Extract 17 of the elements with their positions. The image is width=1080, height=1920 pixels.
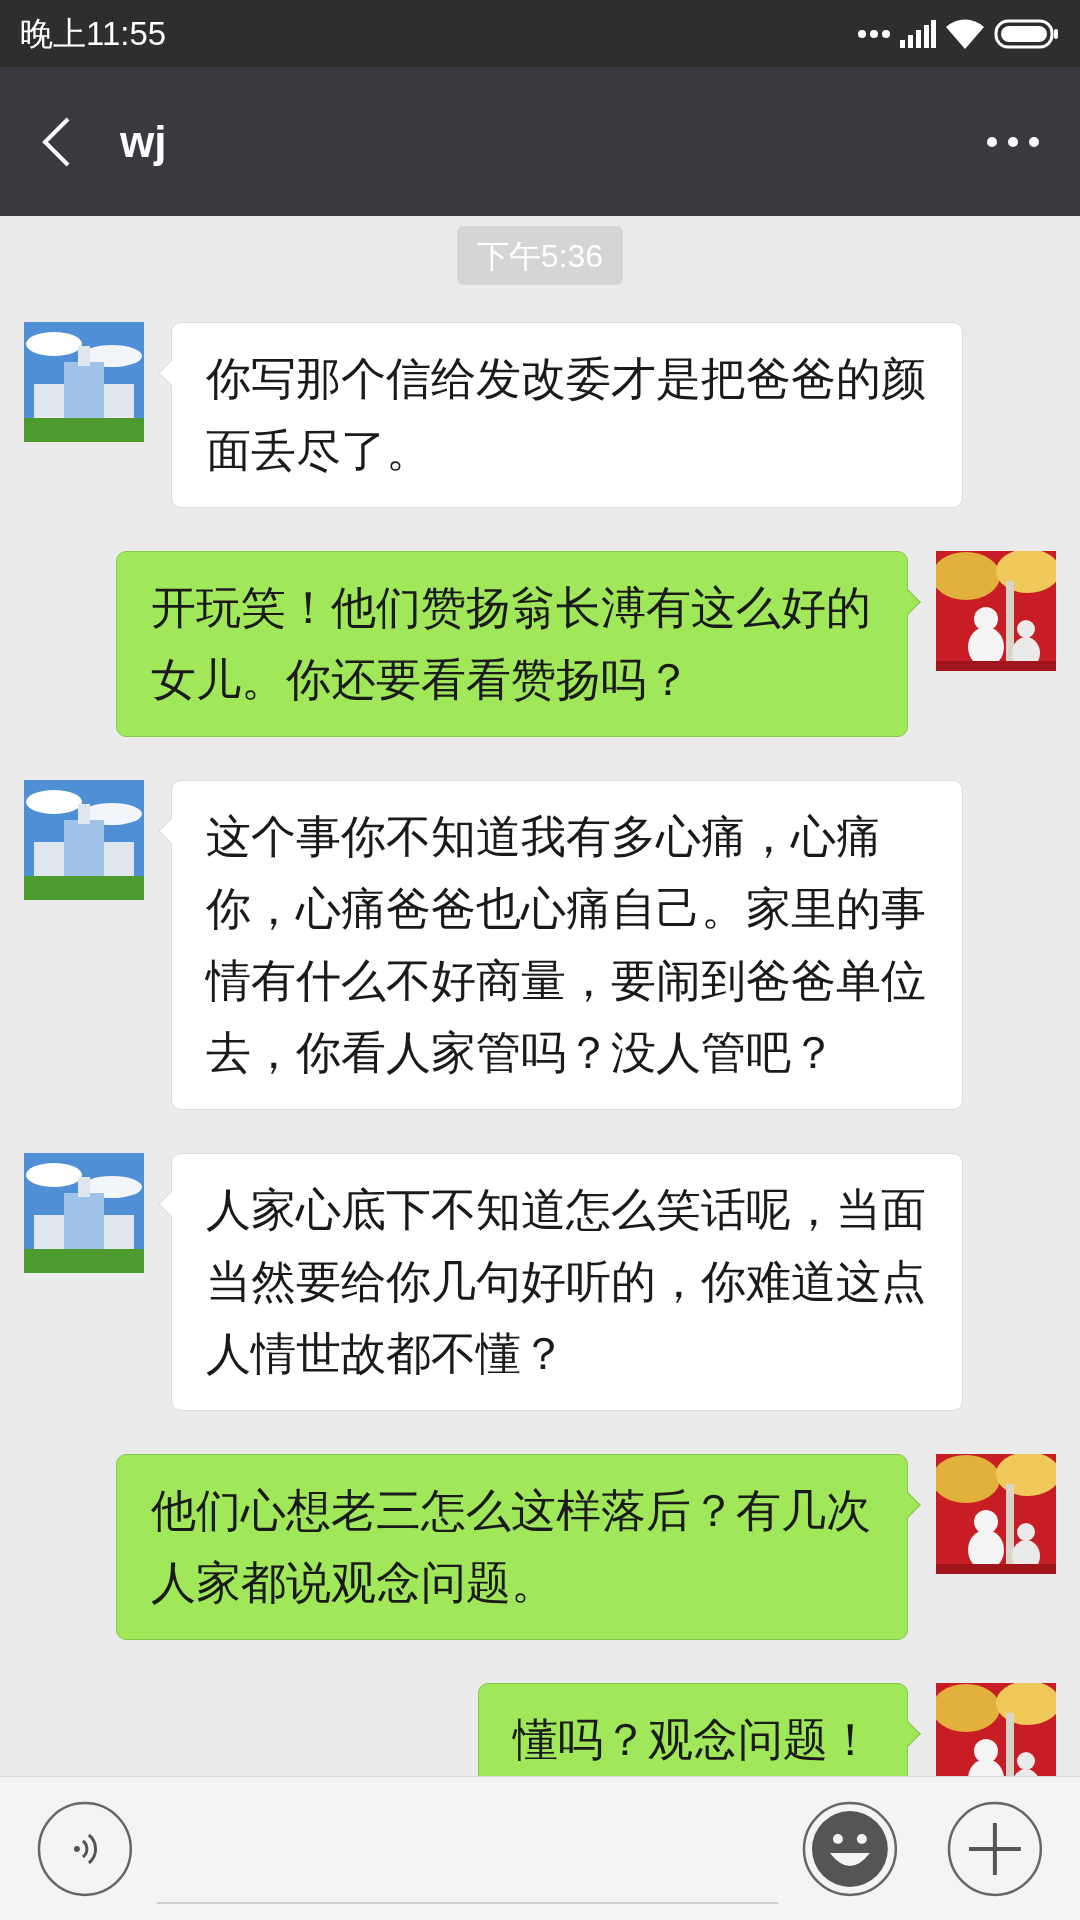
wifi-icon: [946, 18, 984, 49]
message-bubble: 他们心想老三怎么这样落后？有几次人家都说观念问题。: [116, 1454, 908, 1640]
more-icon[interactable]: [986, 135, 1040, 148]
voice-icon[interactable]: [37, 1800, 133, 1897]
message-bubble: 这个事你不知道我有多心痛，心痛你，心痛爸爸也心痛自己。家里的事情有什么不好商量，要闹到爸爸单位去，你看人家管吗？没人管吧？: [171, 780, 963, 1110]
back-icon[interactable]: [40, 115, 72, 168]
message-bubble: 你写那个信给发改委才是把爸爸的颜面丢尽了。: [171, 322, 963, 508]
status-time: 晚上11:55: [20, 13, 167, 54]
plus-icon[interactable]: [947, 1800, 1043, 1897]
signal-icon: [900, 19, 936, 48]
battery-icon: [994, 18, 1060, 49]
message-bubble: 开玩笑！他们赞扬翁长溥有这么好的女儿。你还要看看赞扬吗？: [116, 551, 908, 737]
message-bubble: 懂吗？观念问题！: [478, 1683, 908, 1776]
more-icon: [858, 28, 890, 39]
emoji-icon[interactable]: [802, 1800, 899, 1897]
chat-title: wj: [120, 115, 168, 168]
message-bubble: 人家心底下不知道怎么笑话呢，当面当然要给你几句好听的，你难道这点人情世故都不懂？: [171, 1153, 963, 1411]
